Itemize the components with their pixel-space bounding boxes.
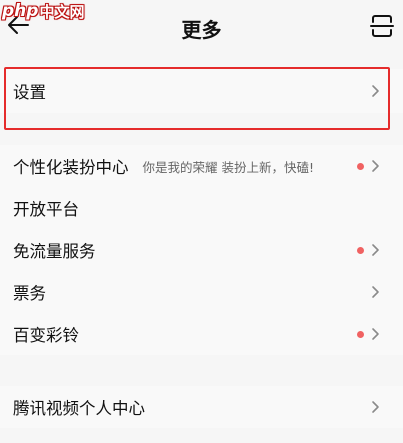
chevron-right-icon xyxy=(372,160,379,172)
open-platform-label: 开放平台 xyxy=(13,200,79,219)
list-item-free-data[interactable]: 免流量服务 xyxy=(0,229,403,271)
notification-dot xyxy=(357,162,364,170)
personal-center-label: 腾讯视频个人中心 xyxy=(13,399,145,418)
notification-dot xyxy=(357,246,364,254)
decor-center-hint: 你是我的荣耀 装扮上新，快磕! xyxy=(142,159,315,175)
features-group: 个性化装扮中心 你是我的荣耀 装扮上新，快磕! 开放平台 免流量服务 票务 百变… xyxy=(0,145,403,355)
tickets-label: 票务 xyxy=(13,284,46,303)
chevron-right-icon xyxy=(372,286,379,298)
free-data-label: 免流量服务 xyxy=(13,242,96,261)
header-bar: php 中文网 更多 xyxy=(0,0,403,54)
notification-dot xyxy=(357,330,364,338)
chevron-right-icon xyxy=(372,328,379,340)
chevron-right-icon xyxy=(372,244,379,256)
list-item-decor-center[interactable]: 个性化装扮中心 你是我的荣耀 装扮上新，快磕! xyxy=(0,145,403,187)
decor-center-label: 个性化装扮中心 xyxy=(13,158,129,177)
highlight-box xyxy=(4,67,390,130)
ringtone-label: 百变彩铃 xyxy=(13,326,79,345)
page-title: 更多 xyxy=(181,18,222,42)
scan-icon[interactable] xyxy=(369,13,395,39)
personal-group: 腾讯视频个人中心 xyxy=(0,386,403,428)
list-item-personal-center[interactable]: 腾讯视频个人中心 xyxy=(0,386,403,428)
list-item-ringtone[interactable]: 百变彩铃 xyxy=(0,313,403,355)
chevron-right-icon xyxy=(372,401,379,413)
list-item-tickets[interactable]: 票务 xyxy=(0,271,403,313)
list-item-open-platform[interactable]: 开放平台 xyxy=(0,187,403,229)
